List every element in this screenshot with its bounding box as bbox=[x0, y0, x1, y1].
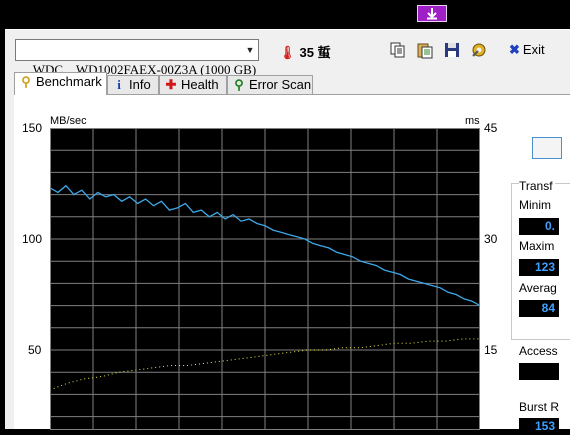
y-tick-label: 50 bbox=[28, 343, 42, 357]
start-button[interactable] bbox=[532, 137, 562, 159]
burst-rate-label: Burst R bbox=[519, 400, 560, 414]
chevron-down-icon[interactable]: ▼ bbox=[242, 40, 258, 60]
save-icon[interactable] bbox=[443, 41, 461, 59]
close-icon: ✖ bbox=[509, 42, 520, 57]
paste-icon[interactable] bbox=[416, 41, 434, 59]
minimum-value: 0. bbox=[519, 218, 559, 235]
tab-benchmark[interactable]: ⚲ Benchmark bbox=[14, 72, 107, 95]
y2-tick-label: 15 bbox=[484, 343, 498, 357]
download-icon bbox=[427, 8, 437, 20]
benchmark-chart bbox=[50, 128, 480, 430]
copy-icon[interactable] bbox=[389, 41, 407, 59]
maximum-value: 123 bbox=[519, 259, 559, 276]
access-time-label: Access bbox=[519, 344, 558, 358]
benchmark-icon: ⚲ bbox=[21, 74, 31, 89]
y2-axis-label: ms bbox=[465, 115, 480, 127]
temperature-unit: 蜇 bbox=[317, 45, 331, 60]
thermometer-icon: 🌡 bbox=[279, 45, 296, 60]
tab-label: Benchmark bbox=[36, 74, 102, 89]
access-time-value bbox=[519, 363, 559, 380]
drive-select[interactable]: WDC WD1002FAEX-00Z3A (1000 GB) ▼ bbox=[15, 39, 259, 77]
y2-tick-label: 30 bbox=[484, 232, 498, 246]
tab-label: Health bbox=[181, 77, 219, 92]
info-icon: i bbox=[117, 77, 121, 92]
health-cross-icon: ✚ bbox=[165, 77, 177, 92]
tab-health[interactable]: ✚ Health bbox=[159, 75, 227, 94]
temperature-readout: 🌡 35 蜇 bbox=[279, 42, 331, 61]
maximum-label: Maxim bbox=[519, 239, 555, 253]
options-icon[interactable] bbox=[470, 41, 488, 59]
tab-error-scan[interactable]: ⚲ Error Scan bbox=[227, 75, 313, 94]
y-axis-label: MB/sec bbox=[50, 115, 87, 127]
average-value: 84 bbox=[519, 300, 559, 317]
burst-rate-value: 153 bbox=[519, 418, 559, 435]
y-tick-label: 150 bbox=[22, 121, 43, 135]
tab-info[interactable]: i Info bbox=[107, 75, 159, 94]
temperature-value: 35 bbox=[299, 45, 314, 60]
y2-tick-label: 45 bbox=[484, 121, 498, 135]
magnifier-icon: ⚲ bbox=[234, 77, 244, 92]
exit-button[interactable]: ✖ Exit bbox=[509, 42, 545, 58]
tab-label: Info bbox=[129, 77, 151, 92]
top-bar bbox=[0, 0, 570, 28]
download-button[interactable] bbox=[417, 5, 447, 22]
tab-label: Error Scan bbox=[249, 77, 312, 92]
transfer-rate-label: Transf bbox=[519, 179, 555, 193]
exit-label: Exit bbox=[522, 42, 545, 57]
benchmark-panel: MB/sec ms 150 100 50 45 30 15 Transf Min… bbox=[14, 94, 570, 435]
minimum-label: Minim bbox=[519, 198, 551, 212]
average-label: Averag bbox=[519, 281, 557, 295]
y-tick-label: 100 bbox=[22, 232, 43, 246]
app-window: WDC WD1002FAEX-00Z3A (1000 GB) ▼ 🌡 35 蜇 ✖… bbox=[5, 29, 570, 435]
